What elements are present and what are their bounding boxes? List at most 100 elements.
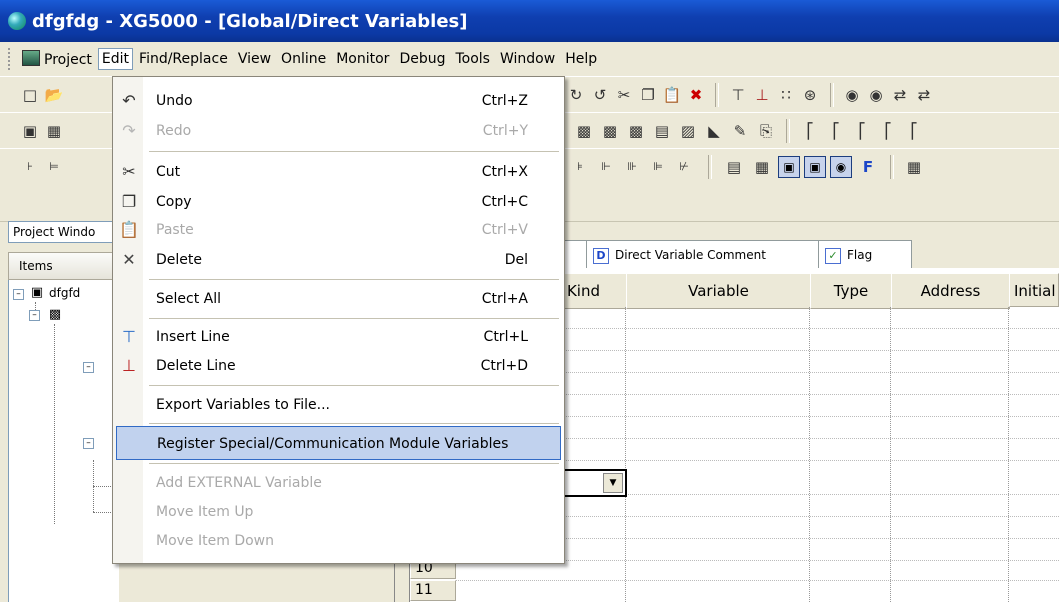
paste-tb-icon[interactable]: 📋	[662, 85, 682, 105]
menubar-grip	[8, 48, 14, 70]
tree-collapse-icon[interactable]: –	[83, 438, 94, 449]
tab-direct-variable-label: Direct Variable Comment	[615, 248, 766, 262]
column-header-variable[interactable]: Variable	[626, 273, 811, 309]
replace-icon[interactable]: ⇄	[890, 85, 910, 105]
replace-all-icon[interactable]: ⇄	[914, 85, 934, 105]
xref-tb-icon[interactable]: ⊛	[800, 85, 820, 105]
open-folder-icon[interactable]: 📂	[44, 85, 64, 105]
menu-edit[interactable]: Edit	[97, 48, 134, 70]
stop-mode-icon[interactable]: ▩	[600, 121, 620, 141]
menu-project[interactable]: Project	[18, 47, 96, 71]
calc-icon[interactable]: ▦	[904, 157, 924, 177]
f3-icon[interactable]: ⊨	[44, 157, 64, 177]
grid-row-divider	[410, 580, 1059, 581]
copy-tb-icon[interactable]: ❐	[638, 85, 658, 105]
table-icon[interactable]: ▦	[752, 157, 772, 177]
contact-no-icon[interactable]: ⎡	[800, 121, 820, 141]
app-icon	[8, 12, 26, 30]
delete-line-tb-icon[interactable]: ⊥	[752, 85, 772, 105]
menu-item-undo[interactable]: ↶ Undo Ctrl+Z	[113, 84, 564, 118]
menu-item-paste[interactable]: 📋 Paste Ctrl+V	[113, 213, 564, 247]
menu-separator	[149, 423, 559, 424]
menu-online[interactable]: Online	[277, 48, 330, 70]
column-header-type[interactable]: Type	[810, 273, 892, 309]
tab-direct-variable-comment[interactable]: D Direct Variable Comment	[586, 240, 822, 269]
cut-tb-icon[interactable]: ✂	[614, 85, 634, 105]
contact-n-icon[interactable]: ⎡	[878, 121, 898, 141]
toolbar-separator	[890, 155, 894, 179]
new-file-icon[interactable]: □	[20, 85, 40, 105]
debug-mode-icon[interactable]: ▤	[652, 121, 672, 141]
row-number[interactable]: 11	[410, 580, 456, 601]
menu-tools[interactable]: Tools	[451, 48, 494, 70]
c3-icon[interactable]: ⊩	[596, 157, 616, 177]
grid-tb-icon[interactable]: ∷	[776, 85, 796, 105]
redo-icon: ↷	[122, 121, 136, 140]
contact-p-icon[interactable]: ⎡	[852, 121, 872, 141]
chevron-down-icon[interactable]: ▼	[603, 473, 623, 493]
flag-f-icon[interactable]: F	[858, 157, 878, 177]
project-window-combo[interactable]: Project Windo	[8, 221, 116, 243]
menu-item-cut[interactable]: ✂ Cut Ctrl+X	[113, 155, 564, 189]
menu-item-select-all[interactable]: Select All Ctrl+A	[113, 282, 564, 316]
column-header-initial[interactable]: Initial	[1009, 273, 1059, 307]
column-header-address[interactable]: Address	[891, 273, 1010, 309]
coil-icon[interactable]: ⎡	[904, 121, 924, 141]
menu-view[interactable]: View	[234, 48, 275, 70]
menu-window[interactable]: Window	[496, 48, 559, 70]
tree-connector	[35, 302, 36, 310]
delete-tb-icon[interactable]: ✖	[686, 85, 706, 105]
menu-item-shortcut: Ctrl+D	[480, 358, 528, 374]
view-3-icon[interactable]: ◉	[830, 156, 852, 178]
tree-connector	[54, 324, 55, 524]
disconnect-icon[interactable]: ▦	[44, 121, 64, 141]
menu-item-export-variables[interactable]: Export Variables to File...	[113, 388, 564, 422]
menu-item-shortcut: Ctrl+Y	[482, 123, 528, 139]
menu-item-shortcut: Ctrl+X	[481, 164, 528, 180]
menu-debug[interactable]: Debug	[395, 48, 449, 70]
chart-icon[interactable]: ◣	[704, 121, 724, 141]
contact-nc-icon[interactable]: ⎡	[826, 121, 846, 141]
menu-help[interactable]: Help	[561, 48, 601, 70]
insert-line-tb-icon[interactable]: ⊤	[728, 85, 748, 105]
view-2-icon[interactable]: ▣	[804, 156, 826, 178]
find-icon[interactable]: ↻	[566, 85, 586, 105]
redo-tb-icon[interactable]: ↺	[590, 85, 610, 105]
binoculars-next-icon[interactable]: ◉	[866, 85, 886, 105]
doc-icon[interactable]: ▤	[724, 157, 744, 177]
tree-collapse-icon[interactable]: –	[13, 289, 24, 300]
items-column-header[interactable]: Items	[8, 252, 122, 280]
view-1-icon[interactable]: ▣	[778, 156, 800, 178]
menu-separator	[149, 279, 559, 280]
tree-collapse-icon[interactable]: –	[83, 362, 94, 373]
tab-flag[interactable]: ✓ Flag	[818, 240, 912, 269]
menu-separator	[149, 151, 559, 152]
monitor-icon[interactable]: ▨	[678, 121, 698, 141]
menu-monitor[interactable]: Monitor	[332, 48, 393, 70]
sf7-icon[interactable]: ⊧	[570, 157, 590, 177]
print-icon[interactable]: ⎘	[756, 121, 776, 141]
menu-item-move-down[interactable]: Move Item Down	[113, 524, 564, 558]
menu-item-label: Export Variables to File...	[156, 397, 330, 413]
tree-collapse-icon[interactable]: –	[29, 310, 40, 321]
esc-icon[interactable]: ⊦	[20, 157, 40, 177]
c6-icon[interactable]: ⊬	[674, 157, 694, 177]
menu-find-replace[interactable]: Find/Replace	[135, 48, 232, 70]
grid-column-divider	[625, 307, 626, 602]
menu-item-register-special-module-variables[interactable]: Register Special/Communication Module Va…	[116, 426, 561, 460]
kind-dropdown[interactable]: ▼	[563, 469, 627, 497]
binoculars-icon[interactable]: ◉	[842, 85, 862, 105]
menu-item-delete[interactable]: ✕ Delete Del	[113, 243, 564, 277]
menu-item-delete-line[interactable]: ⊥ Delete Line Ctrl+D	[113, 349, 564, 383]
c4-icon[interactable]: ⊪	[622, 157, 642, 177]
pause-mode-icon[interactable]: ▩	[626, 121, 646, 141]
run-mode-icon[interactable]: ▩	[574, 121, 594, 141]
connect-icon[interactable]: ▣	[20, 121, 40, 141]
c5-icon[interactable]: ⊫	[648, 157, 668, 177]
menu-item-redo[interactable]: ↷ Redo Ctrl+Y	[113, 114, 564, 148]
tree-root-label[interactable]: dfgfd	[49, 286, 80, 300]
edit-icon[interactable]: ✎	[730, 121, 750, 141]
menu-separator	[149, 385, 559, 386]
tab-flag-label: Flag	[847, 248, 873, 262]
window-title: dfgfdg - XG5000 - [Global/Direct Variabl…	[32, 10, 468, 32]
